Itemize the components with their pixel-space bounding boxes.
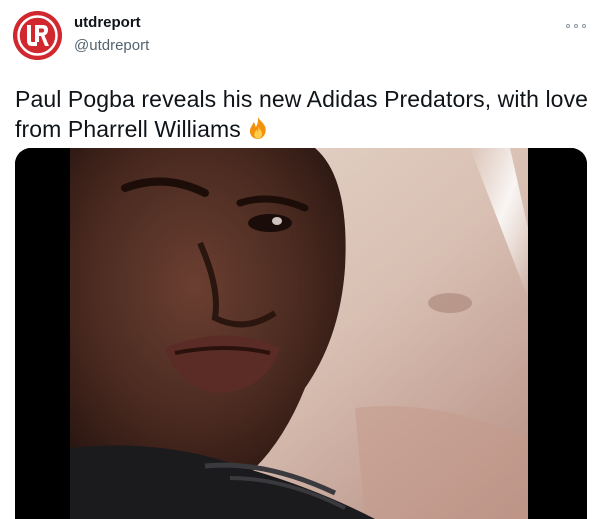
more-options-icon[interactable] [566,22,586,30]
utdreport-logo-icon [13,11,62,60]
handle[interactable]: @utdreport [74,36,149,55]
display-name[interactable]: utdreport [74,14,149,32]
tweet-card: utdreport @utdreport Paul Pogba reveals … [0,0,600,519]
tweet-text-body: Paul Pogba reveals his new Adidas Predat… [15,86,589,142]
tweet-text: Paul Pogba reveals his new Adidas Predat… [15,84,590,144]
video-media[interactable] [15,148,587,519]
fire-emoji-icon [245,115,271,141]
video-frame-image [15,148,587,519]
author-block: utdreport @utdreport [74,14,149,55]
avatar[interactable] [13,11,62,60]
